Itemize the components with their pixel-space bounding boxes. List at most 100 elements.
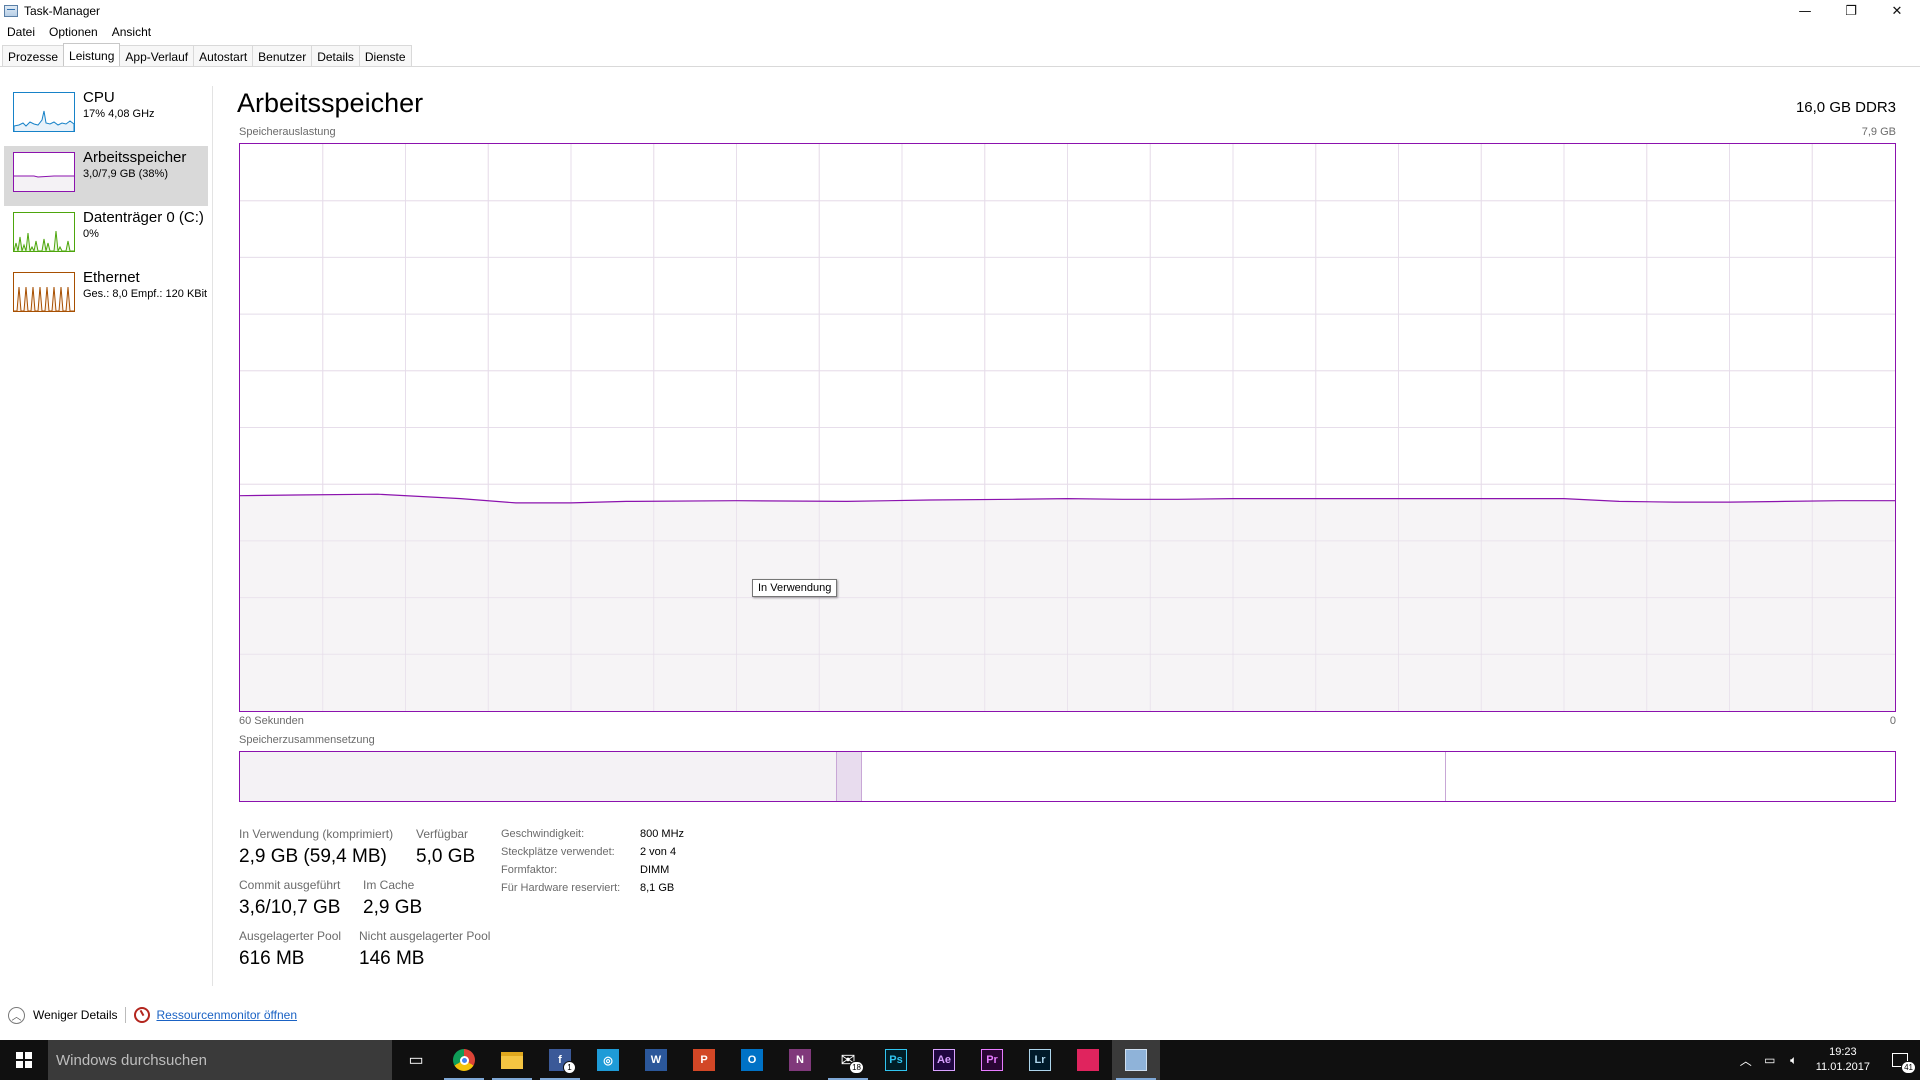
- lightroom-icon: Lr: [1029, 1049, 1051, 1071]
- taskbar-clock[interactable]: 19:23 11.01.2017: [1806, 1045, 1880, 1075]
- nonpaged-pool-label: Nicht ausgelagerter Pool: [359, 929, 491, 943]
- instagram-icon: ◎: [597, 1049, 619, 1071]
- graph-max-label: 7,9 GB: [1861, 126, 1896, 138]
- sidebar-item-disk[interactable]: Datenträger 0 (C:) 0%: [4, 206, 208, 266]
- memory-usage-chart: [240, 144, 1895, 711]
- clock-date: 11.01.2017: [1815, 1061, 1870, 1073]
- tab-bar: Prozesse Leistung App-Verlauf Autostart …: [0, 43, 1920, 67]
- tab-dienste[interactable]: Dienste: [358, 45, 412, 66]
- folder-icon: [501, 1051, 523, 1069]
- task-view-icon: ▭: [408, 1052, 424, 1069]
- menu-datei[interactable]: Datei: [0, 23, 42, 41]
- restore-button[interactable]: ❐: [1828, 0, 1874, 22]
- taskbar-app-red[interactable]: [1064, 1040, 1112, 1080]
- composition-label: Speicherzusammensetzung: [239, 734, 375, 746]
- taskbar-task-manager[interactable]: [1112, 1040, 1160, 1080]
- windows-logo-icon: [16, 1052, 32, 1068]
- sidebar-disk-sub: 0%: [83, 228, 99, 240]
- tab-leistung[interactable]: Leistung: [63, 43, 121, 66]
- task-manager-icon: [4, 5, 18, 17]
- taskbar-powerpoint[interactable]: P: [680, 1040, 728, 1080]
- hardware-reserved-label: Für Hardware reserviert:: [501, 882, 621, 894]
- window-controls: — ❐ ✕: [1782, 0, 1920, 22]
- after-effects-icon: Ae: [933, 1049, 955, 1071]
- action-center-button[interactable]: 41: [1880, 1040, 1920, 1080]
- footer-divider: [125, 1007, 127, 1023]
- form-factor-label: Formfaktor:: [501, 864, 558, 876]
- composition-standby[interactable]: [862, 752, 1445, 801]
- paged-pool-label: Ausgelagerter Pool: [239, 929, 342, 943]
- taskbar-file-explorer[interactable]: [488, 1040, 536, 1080]
- slots-value: 2 von 4: [640, 846, 677, 858]
- onenote-icon: N: [789, 1049, 811, 1071]
- taskbar-photoshop[interactable]: Ps: [872, 1040, 920, 1080]
- chevron-up-icon[interactable]: ︿: [1734, 1040, 1758, 1080]
- taskbar-search[interactable]: Windows durchsuchen: [48, 1040, 392, 1080]
- task-manager-taskbar-icon: [1125, 1049, 1147, 1071]
- taskbar-instagram[interactable]: ◎: [584, 1040, 632, 1080]
- performance-sidebar: CPU 17% 4,08 GHz Arbeitsspeicher 3,0/7,9…: [0, 86, 213, 986]
- close-button[interactable]: ✕: [1874, 0, 1920, 22]
- time-range-label: 60 Sekunden: [239, 715, 304, 727]
- app-red-icon: [1077, 1049, 1099, 1071]
- sidebar-disk-title: Datenträger 0 (C:): [83, 209, 204, 226]
- sidebar-memory-title: Arbeitsspeicher: [83, 149, 187, 166]
- tab-autostart[interactable]: Autostart: [193, 45, 254, 66]
- menu-ansicht[interactable]: Ansicht: [105, 23, 158, 41]
- title-bar: Task-Manager — ❐ ✕: [0, 0, 1920, 22]
- word-icon: W: [645, 1049, 667, 1071]
- available-label: Verfügbar: [416, 827, 469, 841]
- tab-prozesse[interactable]: Prozesse: [2, 45, 65, 66]
- taskbar-apps: ▭ f1 ◎ W P O N ✉ 18 Ps Ae Pr Lr: [392, 1040, 1160, 1080]
- taskbar-onenote[interactable]: N: [776, 1040, 824, 1080]
- taskbar-mail[interactable]: ✉ 18: [824, 1040, 872, 1080]
- page-title: Arbeitsspeicher: [237, 88, 424, 118]
- search-placeholder: Windows durchsuchen: [56, 1051, 207, 1069]
- sidebar-item-cpu[interactable]: CPU 17% 4,08 GHz: [4, 86, 208, 146]
- taskbar-word[interactable]: W: [632, 1040, 680, 1080]
- slots-label: Steckplätze verwendet:: [501, 846, 615, 858]
- tab-benutzer[interactable]: Benutzer: [252, 45, 313, 66]
- taskbar-facebook[interactable]: f1: [536, 1040, 584, 1080]
- taskbar-premiere[interactable]: Pr: [968, 1040, 1016, 1080]
- resource-monitor-icon[interactable]: [134, 1007, 151, 1023]
- clock-time: 19:23: [1829, 1046, 1857, 1058]
- form-factor-value: DIMM: [640, 864, 670, 876]
- taskbar-lightroom[interactable]: Lr: [1016, 1040, 1064, 1080]
- speed-value: 800 MHz: [640, 828, 685, 840]
- sidebar-cpu-title: CPU: [83, 89, 115, 106]
- memory-spec: 16,0 GB DDR3: [1795, 99, 1896, 116]
- network-icon[interactable]: ▭: [1758, 1040, 1782, 1080]
- tab-details[interactable]: Details: [311, 45, 360, 66]
- ethernet-thumbnail-graph: [13, 272, 75, 312]
- volume-icon[interactable]: 🔈︎: [1782, 1040, 1806, 1080]
- graph-label: Speicherauslastung: [239, 126, 336, 138]
- task-view-button[interactable]: ▭: [392, 1040, 440, 1080]
- memory-composition-bar[interactable]: [239, 751, 1896, 802]
- in-use-value: 2,9 GB (59,4 MB): [239, 846, 387, 867]
- sidebar-item-memory[interactable]: Arbeitsspeicher 3,0/7,9 GB (38%): [4, 146, 208, 206]
- chevron-up-icon[interactable]: ︿: [8, 1006, 25, 1024]
- memory-usage-graph[interactable]: [239, 143, 1896, 712]
- composition-modified[interactable]: [835, 752, 863, 801]
- sidebar-item-ethernet[interactable]: Ethernet Ges.: 8,0 Empf.: 120 KBit: [4, 266, 208, 326]
- memory-thumbnail-graph: [13, 152, 75, 192]
- composition-in-use[interactable]: [240, 752, 836, 801]
- outlook-icon: O: [741, 1049, 763, 1071]
- minimize-button[interactable]: —: [1782, 0, 1828, 22]
- start-button[interactable]: [0, 1040, 48, 1080]
- disk-thumbnail-graph: [13, 212, 75, 252]
- paged-pool-value: 616 MB: [239, 948, 305, 969]
- fewer-details-button[interactable]: Weniger Details: [33, 1008, 117, 1022]
- taskbar-outlook[interactable]: O: [728, 1040, 776, 1080]
- speed-label: Geschwindigkeit:: [501, 828, 585, 840]
- composition-free[interactable]: [1444, 752, 1895, 801]
- chrome-icon: [453, 1049, 475, 1071]
- resource-monitor-link[interactable]: Ressourcenmonitor öffnen: [156, 1008, 297, 1022]
- menu-optionen[interactable]: Optionen: [42, 23, 105, 41]
- taskbar-after-effects[interactable]: Ae: [920, 1040, 968, 1080]
- taskbar-chrome[interactable]: [440, 1040, 488, 1080]
- tab-app-verlauf[interactable]: App-Verlauf: [119, 45, 195, 66]
- powerpoint-icon: P: [693, 1049, 715, 1071]
- footer: ︿ Weniger Details Ressourcenmonitor öffn…: [0, 1003, 400, 1027]
